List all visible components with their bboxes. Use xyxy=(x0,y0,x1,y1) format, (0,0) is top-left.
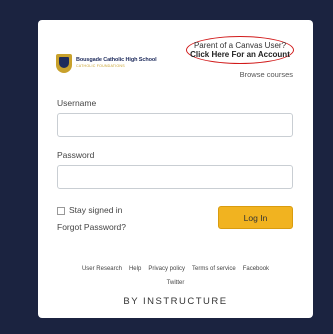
footer-link-twitter[interactable]: Twitter xyxy=(38,280,313,286)
username-label: Username xyxy=(57,98,97,108)
forgot-password-link[interactable]: Forgot Password? xyxy=(57,222,126,232)
parent-link-line2: Click Here For an Account xyxy=(190,50,290,59)
username-input[interactable] xyxy=(57,113,293,137)
footer-link-privacy[interactable]: Privacy policy xyxy=(148,266,185,272)
school-name: Bousgade Catholic High School xyxy=(76,57,157,64)
school-tagline: CATHOLIC FOUNDATIONS xyxy=(76,64,125,69)
parent-link-line1: Parent of a Canvas User? xyxy=(193,40,287,50)
login-button[interactable]: Log In xyxy=(218,206,293,229)
stay-signed-in-checkbox[interactable] xyxy=(57,207,65,215)
footer-links: User Research Help Privacy policy Terms … xyxy=(38,266,313,272)
password-input[interactable] xyxy=(57,165,293,189)
footer-link-help[interactable]: Help xyxy=(129,266,141,272)
login-card: Bousgade Catholic High School CATHOLIC F… xyxy=(38,20,313,318)
by-instructure-logo: BY INSTRUCTURE xyxy=(123,296,228,307)
browse-courses-link[interactable]: Browse courses xyxy=(240,70,293,79)
school-crest-icon xyxy=(56,54,72,73)
parent-account-link[interactable]: Parent of a Canvas User? Click Here For … xyxy=(186,36,294,64)
stay-signed-in-label: Stay signed in xyxy=(69,205,123,215)
footer-link-terms[interactable]: Terms of service xyxy=(192,266,236,272)
password-label: Password xyxy=(57,150,95,160)
footer-link-user-research[interactable]: User Research xyxy=(82,266,122,272)
footer-link-facebook[interactable]: Facebook xyxy=(243,266,269,272)
school-logo: Bousgade Catholic High School CATHOLIC F… xyxy=(56,54,157,73)
